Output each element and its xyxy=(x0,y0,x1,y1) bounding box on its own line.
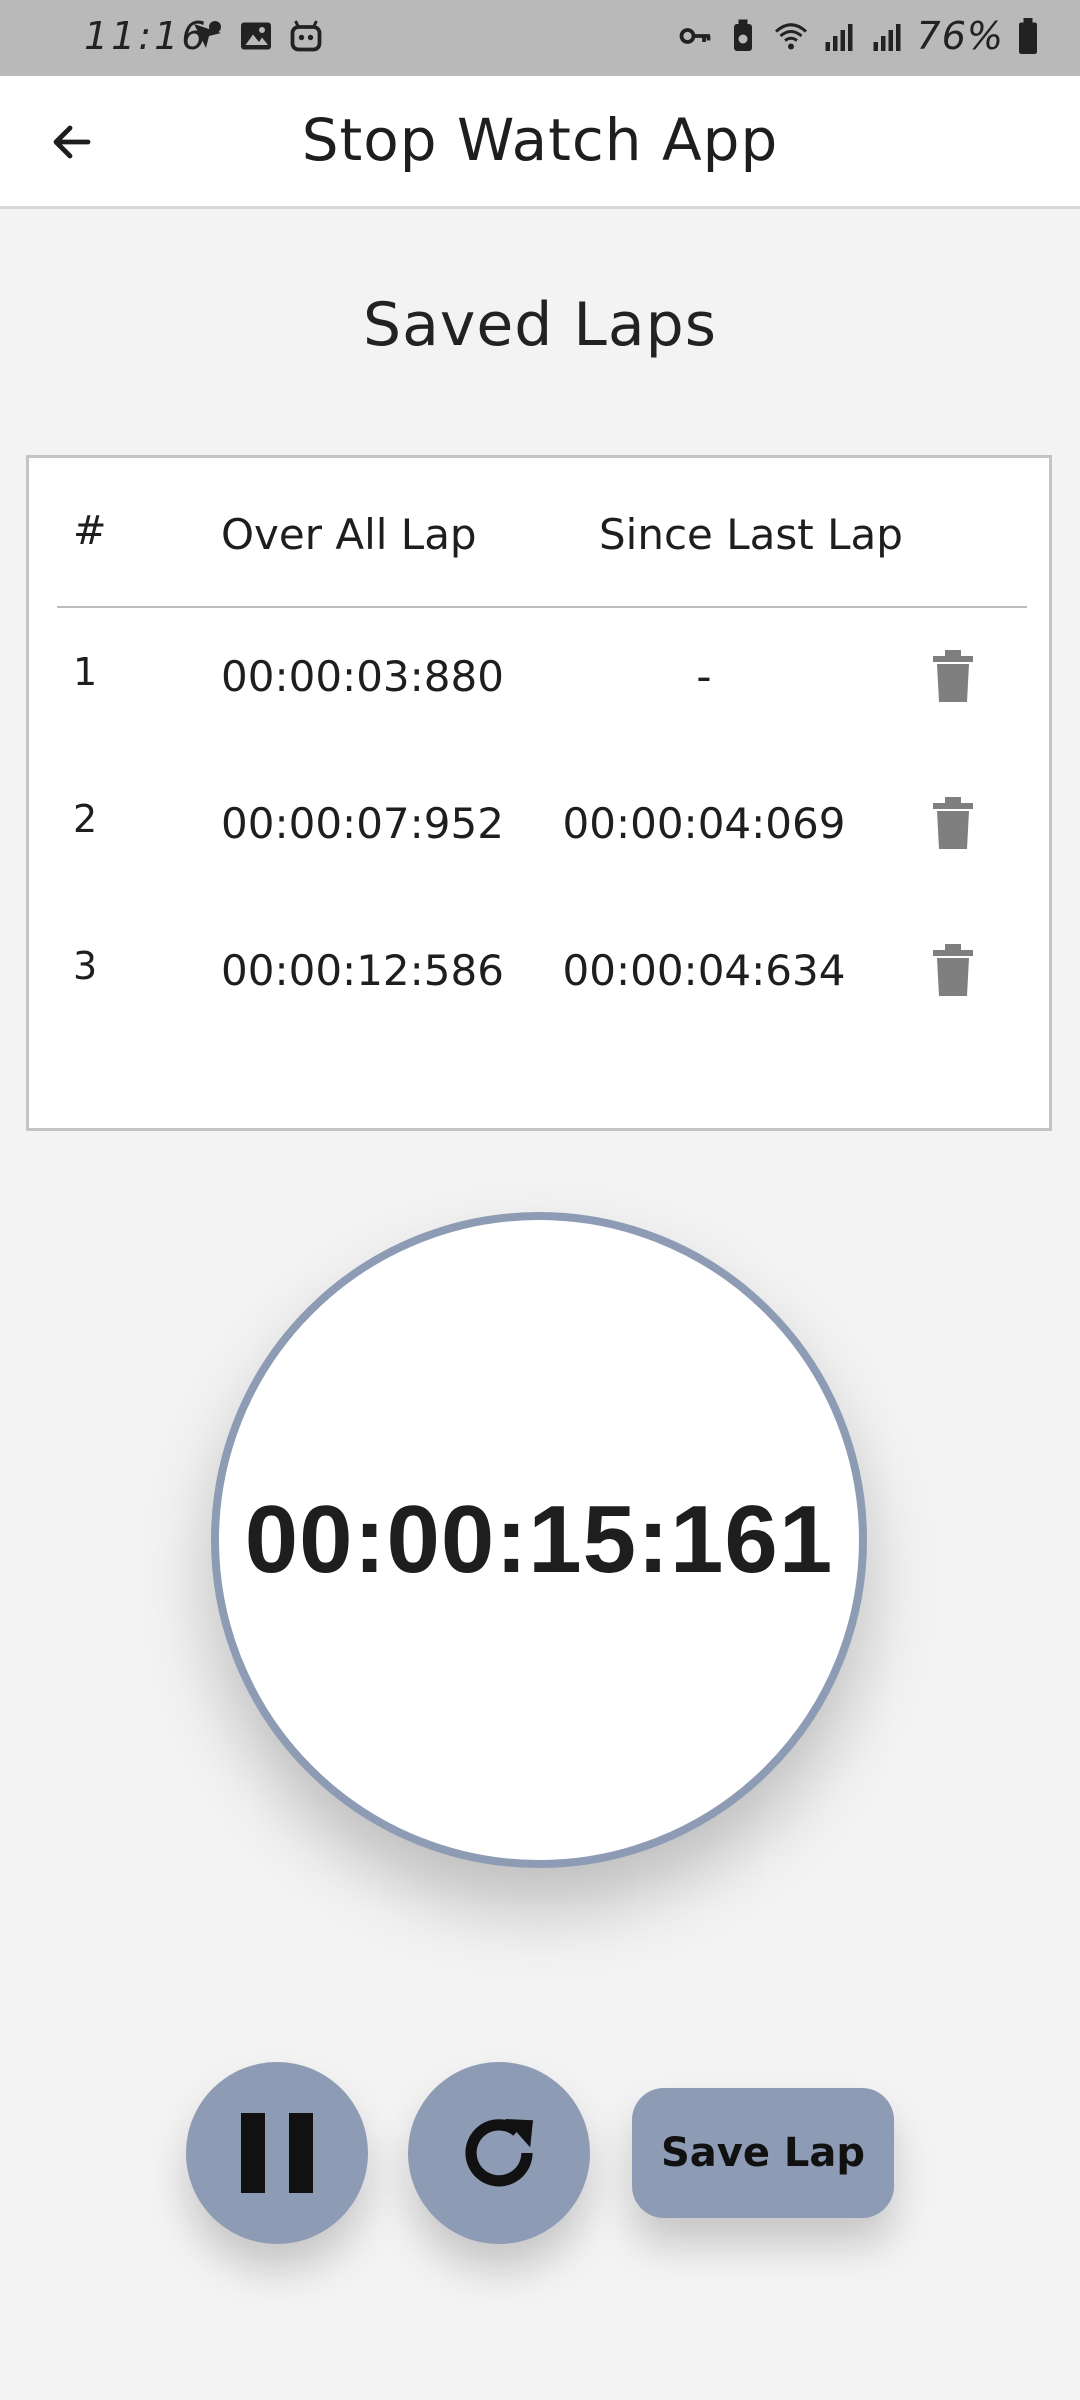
column-header-since-last-lap: Since Last Lap xyxy=(599,510,903,559)
location-check-icon xyxy=(194,21,221,48)
lap-since-last-time: - xyxy=(696,652,712,701)
delete-lap-button[interactable] xyxy=(925,791,981,855)
stopwatch-time: 00:00:15:161 xyxy=(244,1486,834,1593)
trash-icon xyxy=(933,797,973,849)
stopwatch-dial: 00:00:15:161 xyxy=(211,1212,867,1868)
app-title: Stop Watch App xyxy=(301,106,779,174)
delete-lap-button[interactable] xyxy=(925,938,981,1002)
trash-icon xyxy=(933,944,973,996)
robot-icon xyxy=(290,20,322,52)
column-header-overall-lap: Over All Lap xyxy=(221,510,477,559)
trash-icon xyxy=(933,650,973,702)
laps-table: # Over All Lap Since Last Lap 1 00:00:03… xyxy=(26,455,1052,1131)
lap-number: 3 xyxy=(73,944,98,988)
app-bar: Stop Watch App xyxy=(0,76,1080,209)
lap-overall-time: 00:00:12:586 xyxy=(221,946,504,995)
table-row: 2 00:00:07:952 00:00:04:069 xyxy=(29,757,1049,904)
refresh-icon xyxy=(465,2119,533,2187)
image-icon xyxy=(241,22,271,50)
lap-number: 2 xyxy=(73,797,98,841)
battery-icon xyxy=(1019,18,1037,54)
battery-saver-icon xyxy=(733,19,752,51)
pause-button[interactable] xyxy=(186,2062,368,2244)
lap-overall-time: 00:00:03:880 xyxy=(221,652,504,701)
lap-since-last-time: 00:00:04:069 xyxy=(562,799,846,848)
saved-laps-title: Saved Laps xyxy=(363,290,717,360)
laps-table-header: # Over All Lap Since Last Lap xyxy=(29,458,1049,610)
save-lap-button[interactable]: Save Lap xyxy=(632,2088,894,2218)
reset-button[interactable] xyxy=(408,2062,590,2244)
wifi-icon xyxy=(774,23,807,50)
status-system-icons: 76% xyxy=(677,14,1040,58)
signal-icon xyxy=(825,24,853,51)
battery-percentage: 76% xyxy=(916,14,1004,58)
signal-icon-2 xyxy=(873,24,901,51)
status-notification-icons xyxy=(188,18,324,54)
lap-overall-time: 00:00:07:952 xyxy=(221,799,504,848)
column-header-number: # xyxy=(73,508,107,554)
table-row: 1 00:00:03:880 - xyxy=(29,610,1049,757)
key-icon xyxy=(679,28,710,44)
table-divider xyxy=(57,606,1027,608)
delete-lap-button[interactable] xyxy=(925,644,981,708)
status-bar: 11:16 76% xyxy=(0,0,1080,76)
lap-since-last-time: 00:00:04:634 xyxy=(562,946,846,995)
pause-icon xyxy=(241,2113,313,2193)
lap-number: 1 xyxy=(73,650,98,694)
table-row: 3 00:00:12:586 00:00:04:634 xyxy=(29,904,1049,1051)
